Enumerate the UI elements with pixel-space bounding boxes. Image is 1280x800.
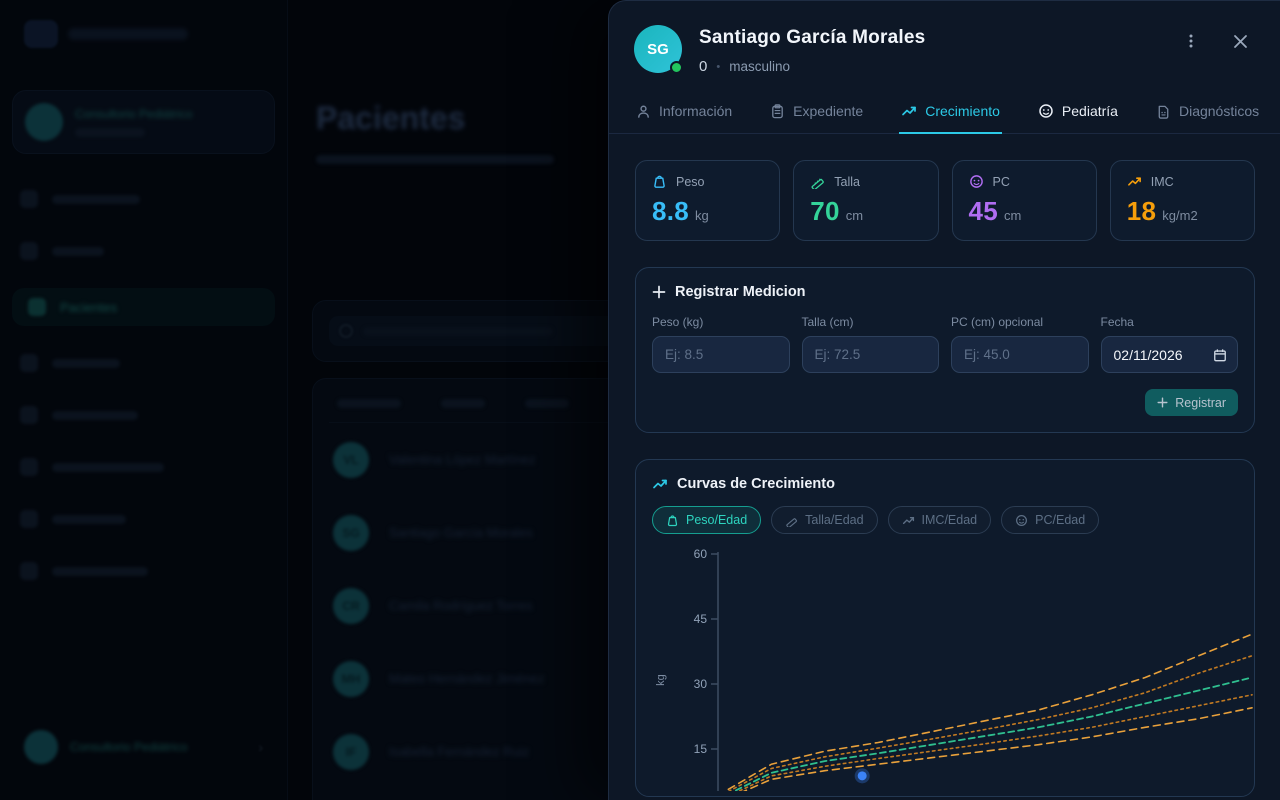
trend-icon xyxy=(1127,174,1142,189)
weight-icon xyxy=(652,174,667,189)
ruler-icon xyxy=(785,514,798,527)
pill-pc-edad[interactable]: PC/Edad xyxy=(1001,506,1099,534)
modal-header: SG Santiago García Morales 0 • masculino xyxy=(609,1,1280,93)
peso-value: 8.8 xyxy=(652,196,689,227)
kebab-menu-icon xyxy=(1183,33,1199,49)
patient-detail-modal: SG Santiago García Morales 0 • masculino xyxy=(608,0,1280,800)
growth-chart: 15 30 45 60 kg xyxy=(652,546,1257,791)
trend-icon xyxy=(902,514,915,527)
panel-title: Curvas de Crecimiento xyxy=(677,476,835,492)
imc-value: 18 xyxy=(1127,196,1157,227)
field-talla: Talla (cm) xyxy=(802,315,940,373)
talla-input[interactable] xyxy=(802,336,940,373)
pc-input[interactable] xyxy=(951,336,1089,373)
y-axis-label: kg xyxy=(655,674,667,686)
tab-pediatria[interactable]: Pediatría xyxy=(1036,93,1120,134)
stat-card-imc: IMC 18kg/m2 xyxy=(1110,160,1255,241)
vitals-stats-row: Peso 8.8kg Talla 70cm PC 45cm xyxy=(635,160,1255,241)
plus-icon xyxy=(1157,397,1168,408)
y-tick-label: 15 xyxy=(694,742,708,756)
register-measurement-panel: Registrar Medicion Peso (kg) Talla (cm) … xyxy=(635,267,1255,433)
patient-avatar: SG xyxy=(634,25,682,73)
growth-chart-area: 15 30 45 60 kg xyxy=(652,546,1238,796)
curve-selector: Peso/Edad Talla/Edad IMC/Edad PC/Edad xyxy=(652,506,1238,534)
fecha-date-input[interactable]: 02/11/2026 xyxy=(1101,336,1239,373)
pill-talla-edad[interactable]: Talla/Edad xyxy=(771,506,877,534)
clipboard-icon xyxy=(770,104,785,119)
baby-icon xyxy=(1015,514,1028,527)
tab-informacion[interactable]: Información xyxy=(634,93,734,134)
close-button[interactable] xyxy=(1224,25,1256,57)
registrar-button[interactable]: Registrar xyxy=(1145,389,1238,416)
field-pc: PC (cm) opcional xyxy=(951,315,1089,373)
patient-name: Santiago García Morales xyxy=(699,27,1158,49)
trend-icon xyxy=(901,103,917,119)
tab-crecimiento[interactable]: Crecimiento xyxy=(899,93,1002,134)
growth-curves-panel: Curvas de Crecimiento Peso/Edad Talla/Ed… xyxy=(635,459,1255,797)
stat-card-peso: Peso 8.8kg xyxy=(635,160,780,241)
pill-imc-edad[interactable]: IMC/Edad xyxy=(888,506,992,534)
y-tick-label: 60 xyxy=(694,547,708,561)
y-tick-label: 45 xyxy=(694,612,708,626)
calendar-icon xyxy=(1213,348,1227,362)
panel-title: Registrar Medicion xyxy=(675,284,806,300)
y-tick-label: 30 xyxy=(694,677,708,691)
baby-icon xyxy=(969,174,984,189)
dot-separator: • xyxy=(716,61,720,73)
tab-diagnosticos[interactable]: Diagnósticos xyxy=(1154,93,1261,134)
pill-peso-edad[interactable]: Peso/Edad xyxy=(652,506,761,534)
avatar-initials: SG xyxy=(647,41,669,58)
patient-sex: masculino xyxy=(729,59,790,74)
date-value: 02/11/2026 xyxy=(1114,347,1183,363)
modal-tabs: Información Expediente Crecimiento Pedia… xyxy=(609,93,1280,134)
percentile-curve-P15 xyxy=(718,695,1252,791)
peso-input[interactable] xyxy=(652,336,790,373)
percentile-curve-P50 xyxy=(718,678,1252,792)
app-root: Consultorio Pediátrico Pacientes Consult… xyxy=(0,0,1280,800)
pc-value: 45 xyxy=(969,196,999,227)
plus-icon xyxy=(652,285,666,299)
trend-icon xyxy=(652,476,668,492)
stat-card-pc: PC 45cm xyxy=(952,160,1097,241)
online-status-dot xyxy=(670,61,683,74)
weight-icon xyxy=(666,514,679,527)
baby-icon xyxy=(1038,103,1054,119)
file-icon xyxy=(1156,104,1171,119)
patient-data-point xyxy=(858,771,867,780)
stat-card-talla: Talla 70cm xyxy=(793,160,938,241)
field-fecha: Fecha 02/11/2026 xyxy=(1101,315,1239,373)
patient-age: 0 xyxy=(699,58,707,75)
ruler-icon xyxy=(810,174,825,189)
close-icon xyxy=(1233,34,1248,49)
percentile-curve-P97 xyxy=(718,634,1252,791)
modal-content: Peso 8.8kg Talla 70cm PC 45cm xyxy=(609,134,1280,800)
field-peso: Peso (kg) xyxy=(652,315,790,373)
talla-value: 70 xyxy=(810,196,840,227)
person-icon xyxy=(636,104,651,119)
tab-expediente[interactable]: Expediente xyxy=(768,93,865,134)
more-options-button[interactable] xyxy=(1175,25,1207,57)
